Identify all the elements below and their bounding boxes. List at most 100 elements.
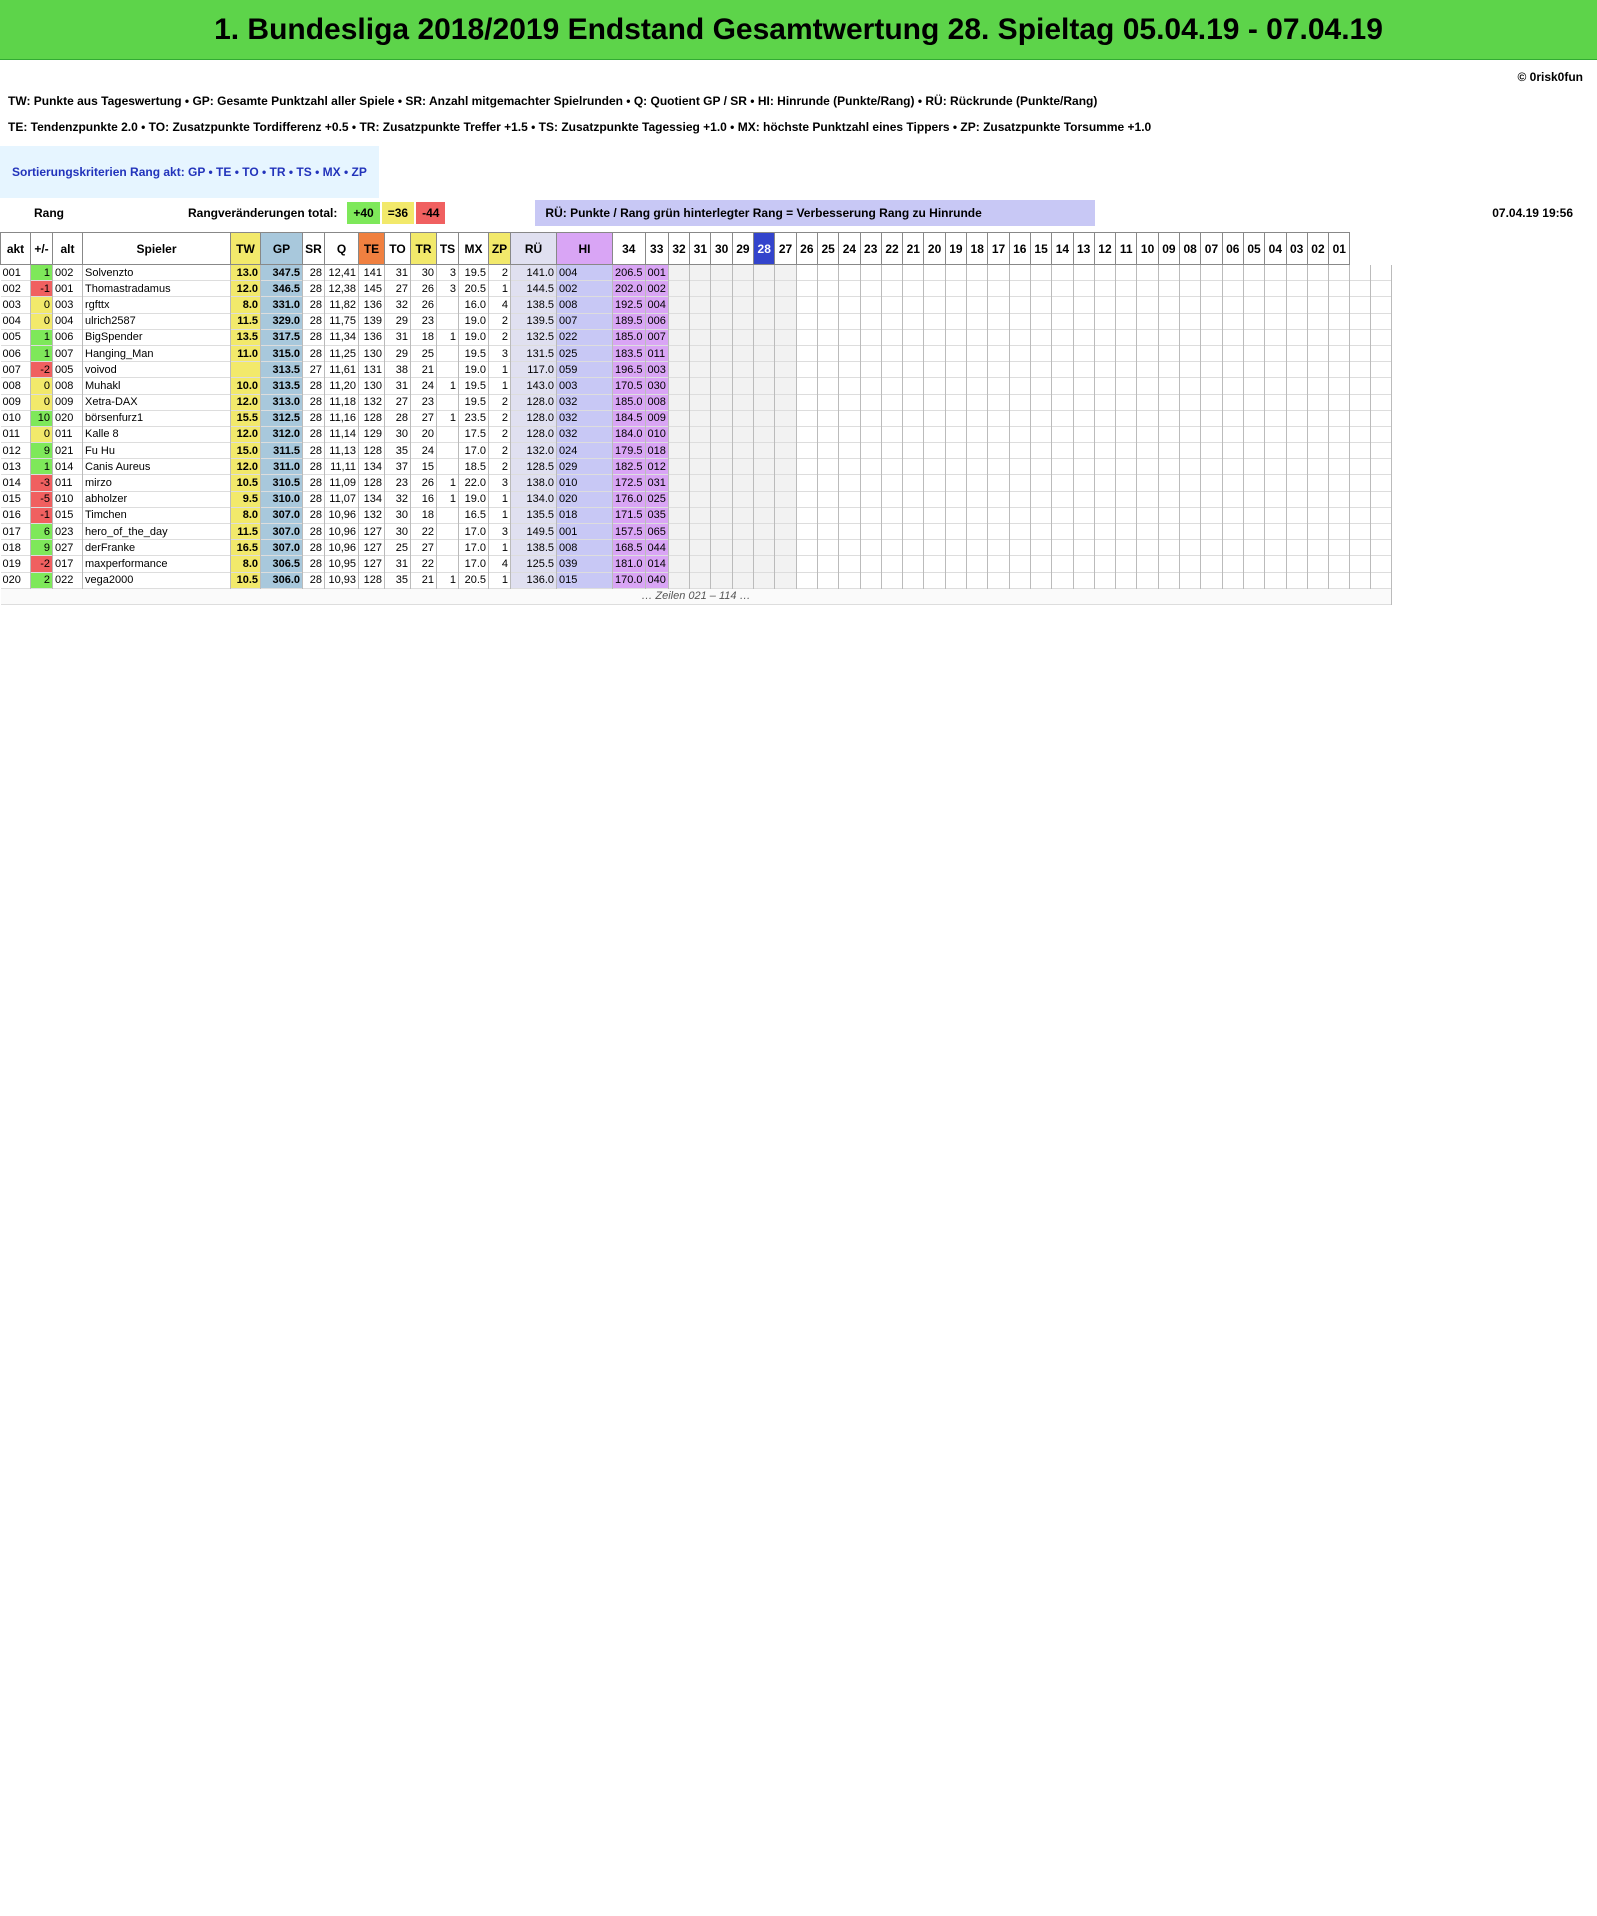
matchday-cell	[1136, 361, 1159, 378]
matchday-cell	[966, 329, 989, 346]
matchday-cell	[1222, 539, 1244, 556]
matchday-cell	[732, 296, 755, 314]
table-cell: 24	[410, 442, 437, 459]
table-cell: 11,09	[324, 474, 359, 492]
matchday-cell	[1051, 555, 1074, 573]
table-cell: 128.0	[510, 410, 557, 427]
matchday-cell	[1179, 426, 1202, 443]
table-cell: -1	[30, 280, 53, 297]
table-cell	[436, 296, 459, 314]
table-cell: 005	[52, 361, 83, 378]
column-header: 14	[1051, 232, 1074, 265]
matchday-cell	[796, 394, 818, 411]
matchday-cell	[1243, 377, 1266, 394]
table-cell: 12,38	[324, 280, 359, 297]
table-row: 013 1 014 Canis Aureus 12.0 311.0 28 11,11 134 37…	[0, 458, 1393, 475]
table-cell: 28	[302, 313, 325, 330]
table-cell: 23	[410, 313, 437, 330]
table-cell: 129	[358, 426, 385, 443]
table-row: 001 1 002 Solvenzto 13.0 347.5 28 12,41 141 31 30 3…	[0, 264, 1393, 281]
table-cell: 25	[384, 539, 411, 556]
table-cell: 1	[436, 377, 459, 394]
table-cell: 11,61	[324, 361, 359, 378]
matchday-cell	[1243, 345, 1266, 362]
matchday-cell	[987, 280, 1010, 297]
matchday-cell	[1136, 491, 1159, 508]
matchday-cell	[1073, 361, 1095, 378]
column-header: 03	[1285, 232, 1308, 265]
matchday-cell	[1328, 555, 1351, 573]
matchday-cell	[1349, 442, 1372, 459]
matchday-cell	[1328, 264, 1351, 281]
matchday-cell	[732, 426, 755, 443]
table-cell: 176.0	[612, 491, 646, 508]
matchday-cell	[860, 491, 882, 508]
matchday-cell	[1009, 377, 1031, 394]
table-cell: 307.0	[260, 523, 303, 540]
matchday-cell	[1264, 280, 1287, 297]
table-cell: derFranke	[82, 539, 231, 556]
matchday-cell	[1370, 491, 1393, 508]
table-row: 003 0 003 rgfttx 8.0 331.0 28 11,82 136 32 26 16.0 4…	[0, 296, 1393, 314]
matchday-cell	[668, 426, 691, 443]
column-header: 10	[1136, 232, 1159, 265]
matchday-cell	[817, 345, 840, 362]
table-cell: 23.5	[458, 410, 489, 427]
table-cell: 23	[410, 394, 437, 411]
matchday-cell	[1009, 474, 1031, 492]
matchday-cell	[1349, 361, 1372, 378]
table-cell	[436, 458, 459, 475]
matchday-cell	[860, 329, 882, 346]
table-cell: 31	[384, 377, 411, 394]
matchday-cell	[1349, 313, 1372, 330]
matchday-cell	[838, 474, 861, 492]
matchday-cell	[1158, 361, 1181, 378]
matchday-cell	[1158, 426, 1181, 443]
matchday-cell	[796, 523, 818, 540]
matchday-cell	[1073, 426, 1095, 443]
table-cell: 016	[0, 507, 31, 524]
matchday-cell	[774, 474, 797, 492]
matchday-cell	[1179, 491, 1202, 508]
matchday-cell	[1179, 410, 1202, 427]
matchday-cell	[710, 313, 733, 330]
matchday-cell	[817, 458, 840, 475]
matchday-cell	[987, 572, 1010, 589]
table-cell: 182.5	[612, 458, 646, 475]
matchday-cell	[1370, 264, 1393, 281]
matchday-cell	[796, 329, 818, 346]
matchday-cell	[1328, 410, 1351, 427]
matchday-cell	[1264, 491, 1287, 508]
matchday-cell	[774, 377, 797, 394]
table-cell: 032	[556, 394, 613, 411]
matchday-cell	[1115, 474, 1138, 492]
table-cell: 202.0	[612, 280, 646, 297]
matchday-cell	[1073, 264, 1095, 281]
matchday-cell	[1349, 410, 1372, 427]
matchday-cell	[1009, 280, 1031, 297]
matchday-cell	[1136, 264, 1159, 281]
matchday-cell	[817, 442, 840, 459]
table-cell: 25	[410, 345, 437, 362]
matchday-cell	[710, 539, 733, 556]
matchday-cell	[1264, 296, 1287, 314]
table-cell: 22.0	[458, 474, 489, 492]
matchday-cell	[1286, 394, 1308, 411]
table-cell: 317.5	[260, 329, 303, 346]
table-cell: 28	[302, 555, 325, 573]
table-cell: 9	[30, 442, 53, 459]
matchday-cell	[1158, 442, 1181, 459]
column-header: Spieler	[82, 232, 231, 265]
matchday-cell	[689, 361, 712, 378]
table-cell: 310.5	[260, 474, 303, 492]
matchday-cell	[732, 345, 755, 362]
column-header: 17	[987, 232, 1010, 265]
matchday-cell	[1179, 555, 1202, 573]
table-cell	[436, 426, 459, 443]
matchday-cell	[689, 426, 712, 443]
matchday-cell	[817, 394, 840, 411]
table-cell: 002	[556, 280, 613, 297]
table-cell: 10,93	[324, 572, 359, 589]
matchday-cell	[1243, 539, 1266, 556]
matchday-cell	[860, 377, 882, 394]
